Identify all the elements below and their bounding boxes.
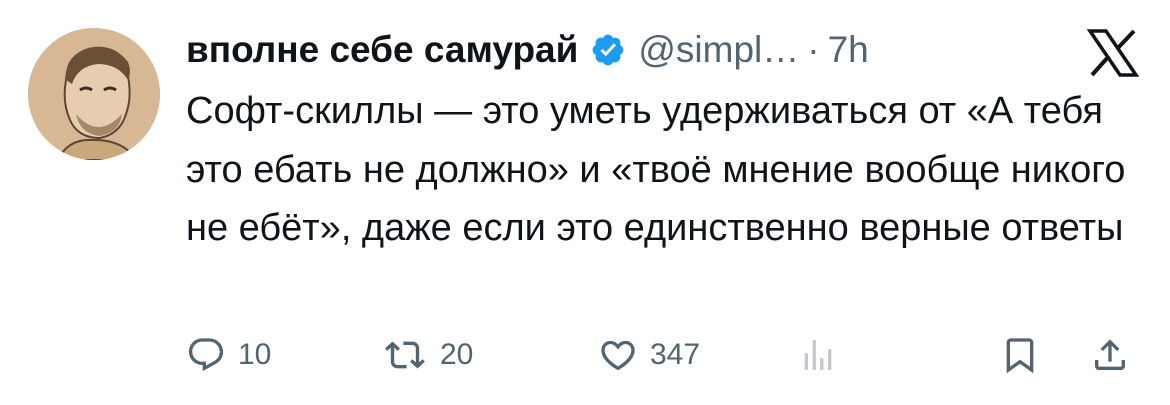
- display-name[interactable]: вполне себе самурай: [186, 29, 578, 71]
- like-button[interactable]: 347: [598, 330, 700, 380]
- reply-button[interactable]: 10: [186, 330, 271, 380]
- reply-count: 10: [238, 338, 272, 371]
- tweet-text: Софт-скиллы — это уметь удерживаться от …: [186, 90, 1126, 249]
- retweet-button[interactable]: 20: [382, 330, 473, 380]
- views-button[interactable]: [798, 330, 838, 380]
- like-count: 347: [650, 338, 701, 371]
- tweet-actions: 10 20 347: [186, 330, 1146, 380]
- user-handle[interactable]: @simpl…: [638, 29, 799, 71]
- views-icon: [798, 335, 838, 375]
- bookmark-icon: [1000, 332, 1040, 378]
- tweet-header: вполне себе самурай @simpl… · 7h: [186, 26, 869, 74]
- share-button[interactable]: [1090, 330, 1130, 380]
- avatar[interactable]: [28, 28, 160, 160]
- header-separator: ·: [807, 29, 820, 70]
- verified-badge-icon: [590, 32, 626, 68]
- x-logo-icon: [1086, 28, 1140, 78]
- share-icon: [1090, 332, 1130, 378]
- bookmark-button[interactable]: [1000, 330, 1040, 380]
- retweet-icon: [382, 335, 428, 375]
- tweet-timestamp[interactable]: 7h: [828, 29, 869, 71]
- heart-icon: [598, 335, 638, 375]
- reply-icon: [186, 335, 226, 375]
- retweet-count: 20: [440, 338, 474, 371]
